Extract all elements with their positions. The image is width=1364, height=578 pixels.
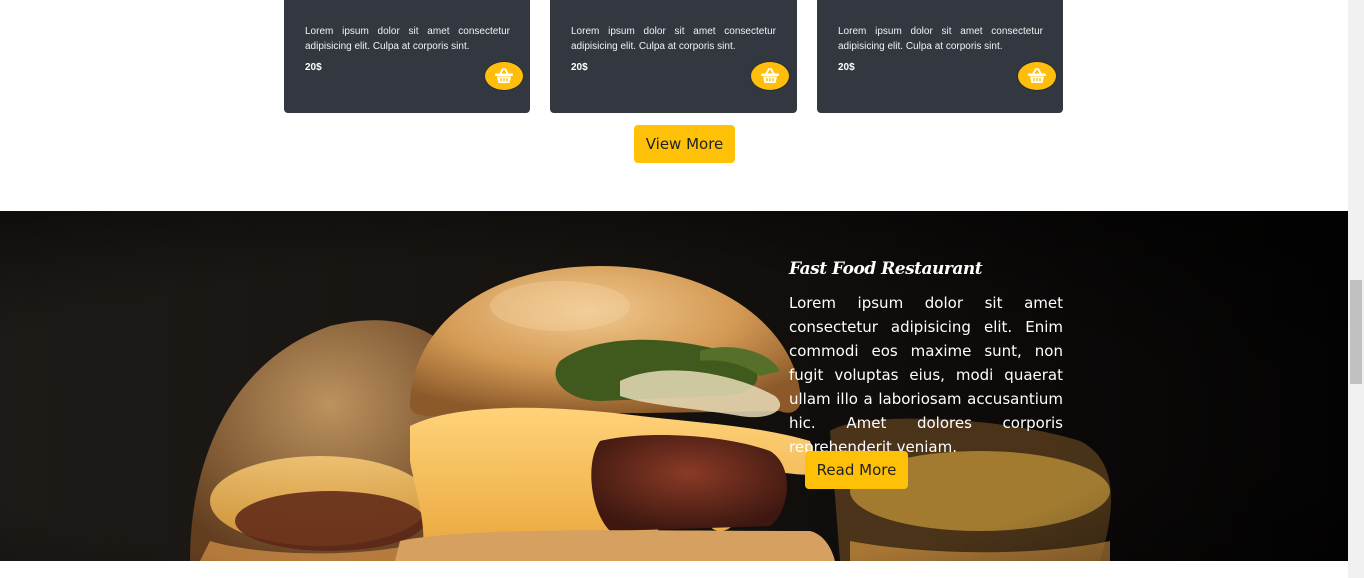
scrollbar-thumb[interactable] [1350, 280, 1362, 384]
product-description: Lorem ipsum dolor sit amet consectetur a… [305, 26, 510, 52]
product-price: 20$ [305, 62, 322, 73]
add-to-cart-button[interactable] [1018, 62, 1056, 90]
add-to-cart-button[interactable] [485, 62, 523, 90]
basket-icon [495, 68, 513, 83]
product-card: Lorem ipsum dolor sit amet consectetur a… [550, 0, 797, 113]
burger-photo [0, 211, 1348, 561]
basket-icon [761, 68, 779, 83]
basket-icon [1028, 68, 1046, 83]
hero-title: Fast Food Restaurant [789, 259, 983, 279]
page: Lorem ipsum dolor sit amet consectetur a… [0, 0, 1348, 578]
product-card: Lorem ipsum dolor sit amet consectetur a… [284, 0, 530, 113]
hero-section: Fast Food Restaurant Lorem ipsum dolor s… [0, 211, 1348, 561]
product-price: 20$ [571, 62, 588, 73]
product-card: Lorem ipsum dolor sit amet consectetur a… [817, 0, 1063, 113]
product-price: 20$ [838, 62, 855, 73]
add-to-cart-button[interactable] [751, 62, 789, 90]
product-description: Lorem ipsum dolor sit amet consectetur a… [838, 26, 1043, 52]
product-description: Lorem ipsum dolor sit amet consectetur a… [571, 26, 776, 52]
view-more-button[interactable]: View More [634, 125, 735, 163]
read-more-button[interactable]: Read More [805, 451, 908, 489]
hero-description: Lorem ipsum dolor sit amet consectetur a… [789, 294, 1063, 456]
